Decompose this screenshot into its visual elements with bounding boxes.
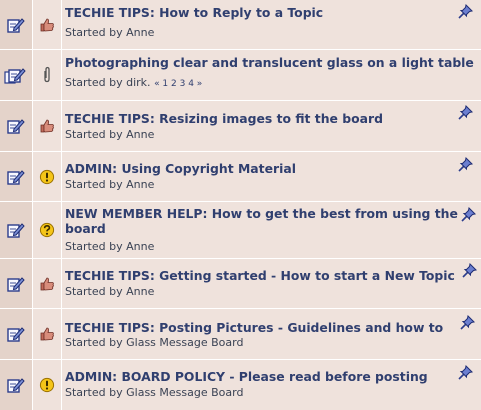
status-cell (0, 360, 32, 410)
subject-cell: Photographing clear and translucent glas… (62, 50, 481, 100)
starter-name-link[interactable]: Glass Message Board (126, 386, 243, 399)
topic-row: TECHIE TIPS: Resizing images to fit the … (0, 101, 481, 151)
thumb-icon (40, 18, 54, 31)
hot-topic-icon (4, 68, 26, 84)
message-icon-cell (33, 101, 61, 151)
topic-row: TECHIE TIPS: Posting Pictures - Guidelin… (0, 309, 481, 359)
pushpin-icon (458, 156, 474, 172)
status-cell (0, 0, 32, 49)
exclamation-icon (39, 169, 55, 184)
topic-row: Photographing clear and translucent glas… (0, 50, 481, 100)
status-cell (0, 101, 32, 151)
pushpin-icon (462, 262, 478, 278)
topic-starter: Started by Anne (65, 240, 154, 253)
subject-cell: NEW MEMBER HELP: How to get the best fro… (62, 202, 481, 258)
sticky-topic-icon (7, 378, 25, 393)
subject-cell: TECHIE TIPS: Resizing images to fit the … (62, 101, 481, 151)
message-icon-cell (33, 50, 61, 100)
started-by-label: Started by (65, 76, 123, 89)
status-cell (0, 50, 32, 100)
started-by-label: Started by (65, 285, 123, 298)
sticky-topic-icon (7, 327, 25, 342)
subject-cell: ADMIN: Using Copyright Material Started … (62, 152, 481, 201)
topic-list: TECHIE TIPS: How to Reply to a Topic Sta… (0, 0, 481, 410)
started-by-label: Started by (65, 240, 123, 253)
message-icon-cell (33, 152, 61, 201)
topic-title-link[interactable]: TECHIE TIPS: Getting started - How to st… (65, 268, 457, 283)
sticky-topic-icon (7, 119, 25, 134)
topic-row: ADMIN: BOARD POLICY - Please read before… (0, 360, 481, 410)
pushpin-icon (461, 206, 477, 222)
message-icon-cell (33, 0, 61, 49)
topic-title-link[interactable]: Photographing clear and translucent glas… (65, 55, 481, 70)
status-cell (0, 259, 32, 308)
thumb-icon (40, 277, 54, 290)
pushpin-icon (458, 104, 474, 120)
status-cell (0, 202, 32, 258)
topic-starter: Started by dirk. « 1 2 3 4 » (65, 76, 202, 89)
sticky-topic-icon (7, 169, 25, 185)
starter-name-link[interactable]: Anne (126, 128, 154, 141)
subject-cell: TECHIE TIPS: Getting started - How to st… (62, 259, 481, 308)
started-by-label: Started by (65, 386, 123, 399)
topic-starter: Started by Anne (65, 26, 154, 39)
topic-title-link[interactable]: NEW MEMBER HELP: How to get the best fro… (65, 206, 459, 236)
sticky-topic-icon (7, 17, 25, 33)
topic-starter: Started by Anne (65, 178, 154, 191)
message-icon-cell (33, 309, 61, 359)
topic-starter: Started by Anne (65, 128, 154, 141)
pushpin-icon (458, 364, 474, 380)
started-by-label: Started by (65, 128, 123, 141)
topic-row: ADMIN: Using Copyright Material Started … (0, 152, 481, 201)
message-icon-cell (33, 360, 61, 410)
starter-name-link[interactable]: Anne (126, 285, 154, 298)
subject-cell: TECHIE TIPS: Posting Pictures - Guidelin… (62, 309, 481, 359)
topic-row: NEW MEMBER HELP: How to get the best fro… (0, 202, 481, 258)
page-links[interactable]: « 1 2 3 4 » (154, 79, 202, 89)
paperclip-icon (44, 66, 50, 83)
topic-title-link[interactable]: TECHIE TIPS: Resizing images to fit the … (65, 111, 457, 126)
subject-cell: TECHIE TIPS: How to Reply to a Topic Sta… (62, 0, 481, 49)
starter-name-link[interactable]: Anne (126, 240, 154, 253)
exclamation-icon (39, 377, 55, 393)
started-by-label: Started by (65, 336, 123, 349)
topic-starter: Started by Glass Message Board (65, 386, 243, 399)
status-cell (0, 309, 32, 359)
pushpin-icon (458, 3, 474, 19)
topic-starter: Started by Anne (65, 285, 154, 298)
message-icon-cell (33, 202, 61, 258)
topic-title-link[interactable]: TECHIE TIPS: How to Reply to a Topic (65, 5, 457, 20)
sticky-topic-icon (7, 276, 25, 292)
status-cell (0, 152, 32, 201)
starter-name-link[interactable]: Anne (126, 26, 154, 39)
sticky-topic-icon (7, 223, 25, 238)
question-icon (39, 222, 55, 238)
topic-title-link[interactable]: ADMIN: Using Copyright Material (65, 161, 457, 176)
pushpin-icon (460, 314, 476, 330)
topic-row: TECHIE TIPS: How to Reply to a Topic Sta… (0, 0, 481, 49)
topic-starter: Started by Glass Message Board (65, 336, 243, 349)
thumb-icon (40, 119, 54, 133)
topic-title-link[interactable]: ADMIN: BOARD POLICY - Please read before… (65, 369, 457, 384)
topic-title-link[interactable]: TECHIE TIPS: Posting Pictures - Guidelin… (65, 320, 457, 335)
starter-name-link[interactable]: Anne (126, 178, 154, 191)
thumb-icon (40, 327, 54, 341)
subject-cell: ADMIN: BOARD POLICY - Please read before… (62, 360, 481, 410)
started-by-label: Started by (65, 26, 123, 39)
message-icon-cell (33, 259, 61, 308)
topic-row: TECHIE TIPS: Getting started - How to st… (0, 259, 481, 308)
starter-name-link[interactable]: Glass Message Board (126, 336, 243, 349)
started-by-label: Started by (65, 178, 123, 191)
starter-name-link[interactable]: dirk. (126, 76, 150, 89)
